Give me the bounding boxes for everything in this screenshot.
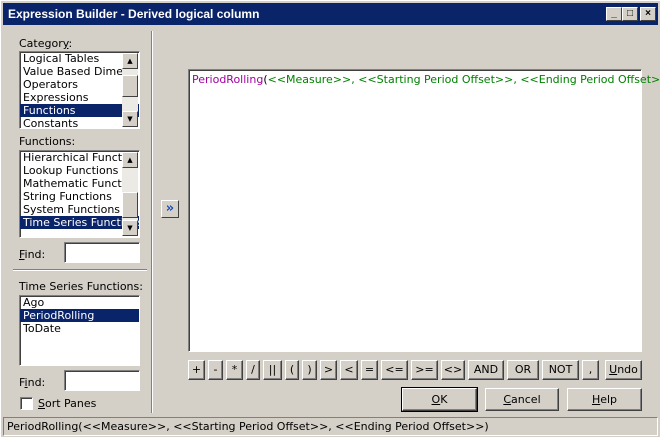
category-list[interactable]: Logical TablesValue Based DimensionsOper… — [19, 51, 140, 129]
undo-button[interactable]: Undo — [605, 360, 642, 380]
time-series-function-item[interactable]: ToDate — [20, 322, 139, 335]
operator-button[interactable]: - — [208, 360, 223, 380]
find-input[interactable] — [64, 242, 140, 263]
ok-button[interactable]: OK — [401, 387, 478, 412]
operator-button[interactable]: + — [188, 360, 205, 380]
time-series-function-item[interactable]: PeriodRolling — [20, 309, 139, 322]
sort-panes-checkbox[interactable] — [20, 397, 33, 410]
find-input-2[interactable] — [64, 370, 140, 391]
status-text: PeriodRolling(<<Measure>>, <<Starting Pe… — [7, 420, 489, 433]
expression-text[interactable]: PeriodRolling(<<Measure>>, <<Starting Pe… — [192, 73, 661, 86]
expression-arg-start: <<Starting Period Offset>> — [358, 73, 514, 86]
time-series-functions-list[interactable]: Ago PeriodRolling ToDate — [19, 295, 140, 366]
status-bar: PeriodRolling(<<Measure>>, <<Starting Pe… — [3, 417, 658, 436]
sort-panes-label: Sort Panes — [38, 397, 97, 410]
maximize-button[interactable]: □ — [622, 7, 638, 21]
minimize-icon: _ — [611, 8, 617, 19]
title-bar[interactable]: Expression Builder - Derived logical col… — [3, 3, 658, 25]
operator-button[interactable]: < — [340, 360, 358, 380]
close-button[interactable]: × — [640, 7, 656, 21]
find-label-2: Find: — [19, 376, 46, 389]
functions-scrollbar[interactable]: ▲ ▼ — [122, 152, 138, 236]
expression-builder-window: Expression Builder - Derived logical col… — [0, 0, 661, 438]
operator-button[interactable]: <= — [381, 360, 408, 380]
close-icon: × — [645, 8, 651, 19]
operator-button[interactable]: OR — [507, 360, 539, 380]
category-label: Category: — [19, 37, 73, 50]
scroll-thumb[interactable] — [122, 75, 138, 97]
scroll-up-icon[interactable]: ▲ — [122, 53, 138, 69]
operator-button[interactable]: >= — [411, 360, 438, 380]
time-series-functions-label: Time Series Functions: — [19, 280, 143, 293]
maximize-icon: □ — [626, 8, 634, 19]
functions-label: Functions: — [19, 135, 76, 148]
divider — [13, 269, 147, 271]
operator-button[interactable]: NOT — [542, 360, 579, 380]
time-series-function-item[interactable]: Ago — [20, 296, 139, 309]
window-title: Expression Builder - Derived logical col… — [8, 7, 260, 21]
expression-function: PeriodRolling — [192, 73, 264, 86]
minimize-button[interactable]: _ — [606, 7, 622, 21]
operator-button[interactable]: || — [263, 360, 282, 380]
operator-button[interactable]: AND — [468, 360, 504, 380]
functions-list[interactable]: Hierarchical Functions Lookup Functions Ma… — [19, 150, 140, 238]
scroll-up-icon[interactable]: ▲ — [122, 152, 138, 168]
insert-button[interactable]: » — [161, 200, 179, 218]
scroll-down-icon[interactable]: ▼ — [122, 111, 138, 127]
operator-button[interactable]: / — [246, 360, 260, 380]
scroll-thumb[interactable] — [122, 192, 138, 218]
scroll-down-icon[interactable]: ▼ — [122, 220, 138, 236]
pane-splitter[interactable] — [151, 31, 153, 413]
double-chevron-right-icon: » — [165, 201, 175, 216]
operator-button[interactable]: = — [361, 360, 378, 380]
expression-editor[interactable]: PeriodRolling(<<Measure>>, <<Starting Pe… — [188, 69, 661, 352]
expression-arg-end: <<Ending Period Offset>> — [520, 73, 661, 86]
operator-button[interactable]: > — [320, 360, 337, 380]
operator-button[interactable]: , — [582, 360, 599, 380]
find-label: Find: — [19, 248, 46, 261]
category-scrollbar[interactable]: ▲ ▼ — [122, 53, 138, 127]
operator-button[interactable]: ) — [302, 360, 317, 380]
operator-button[interactable]: ( — [285, 360, 299, 380]
operator-button[interactable]: <> — [441, 360, 465, 380]
operator-button[interactable]: * — [226, 360, 243, 380]
cancel-button[interactable]: Cancel — [485, 388, 559, 411]
expression-arg-measure: <<Measure>> — [267, 73, 352, 86]
help-button[interactable]: Help — [567, 388, 642, 411]
